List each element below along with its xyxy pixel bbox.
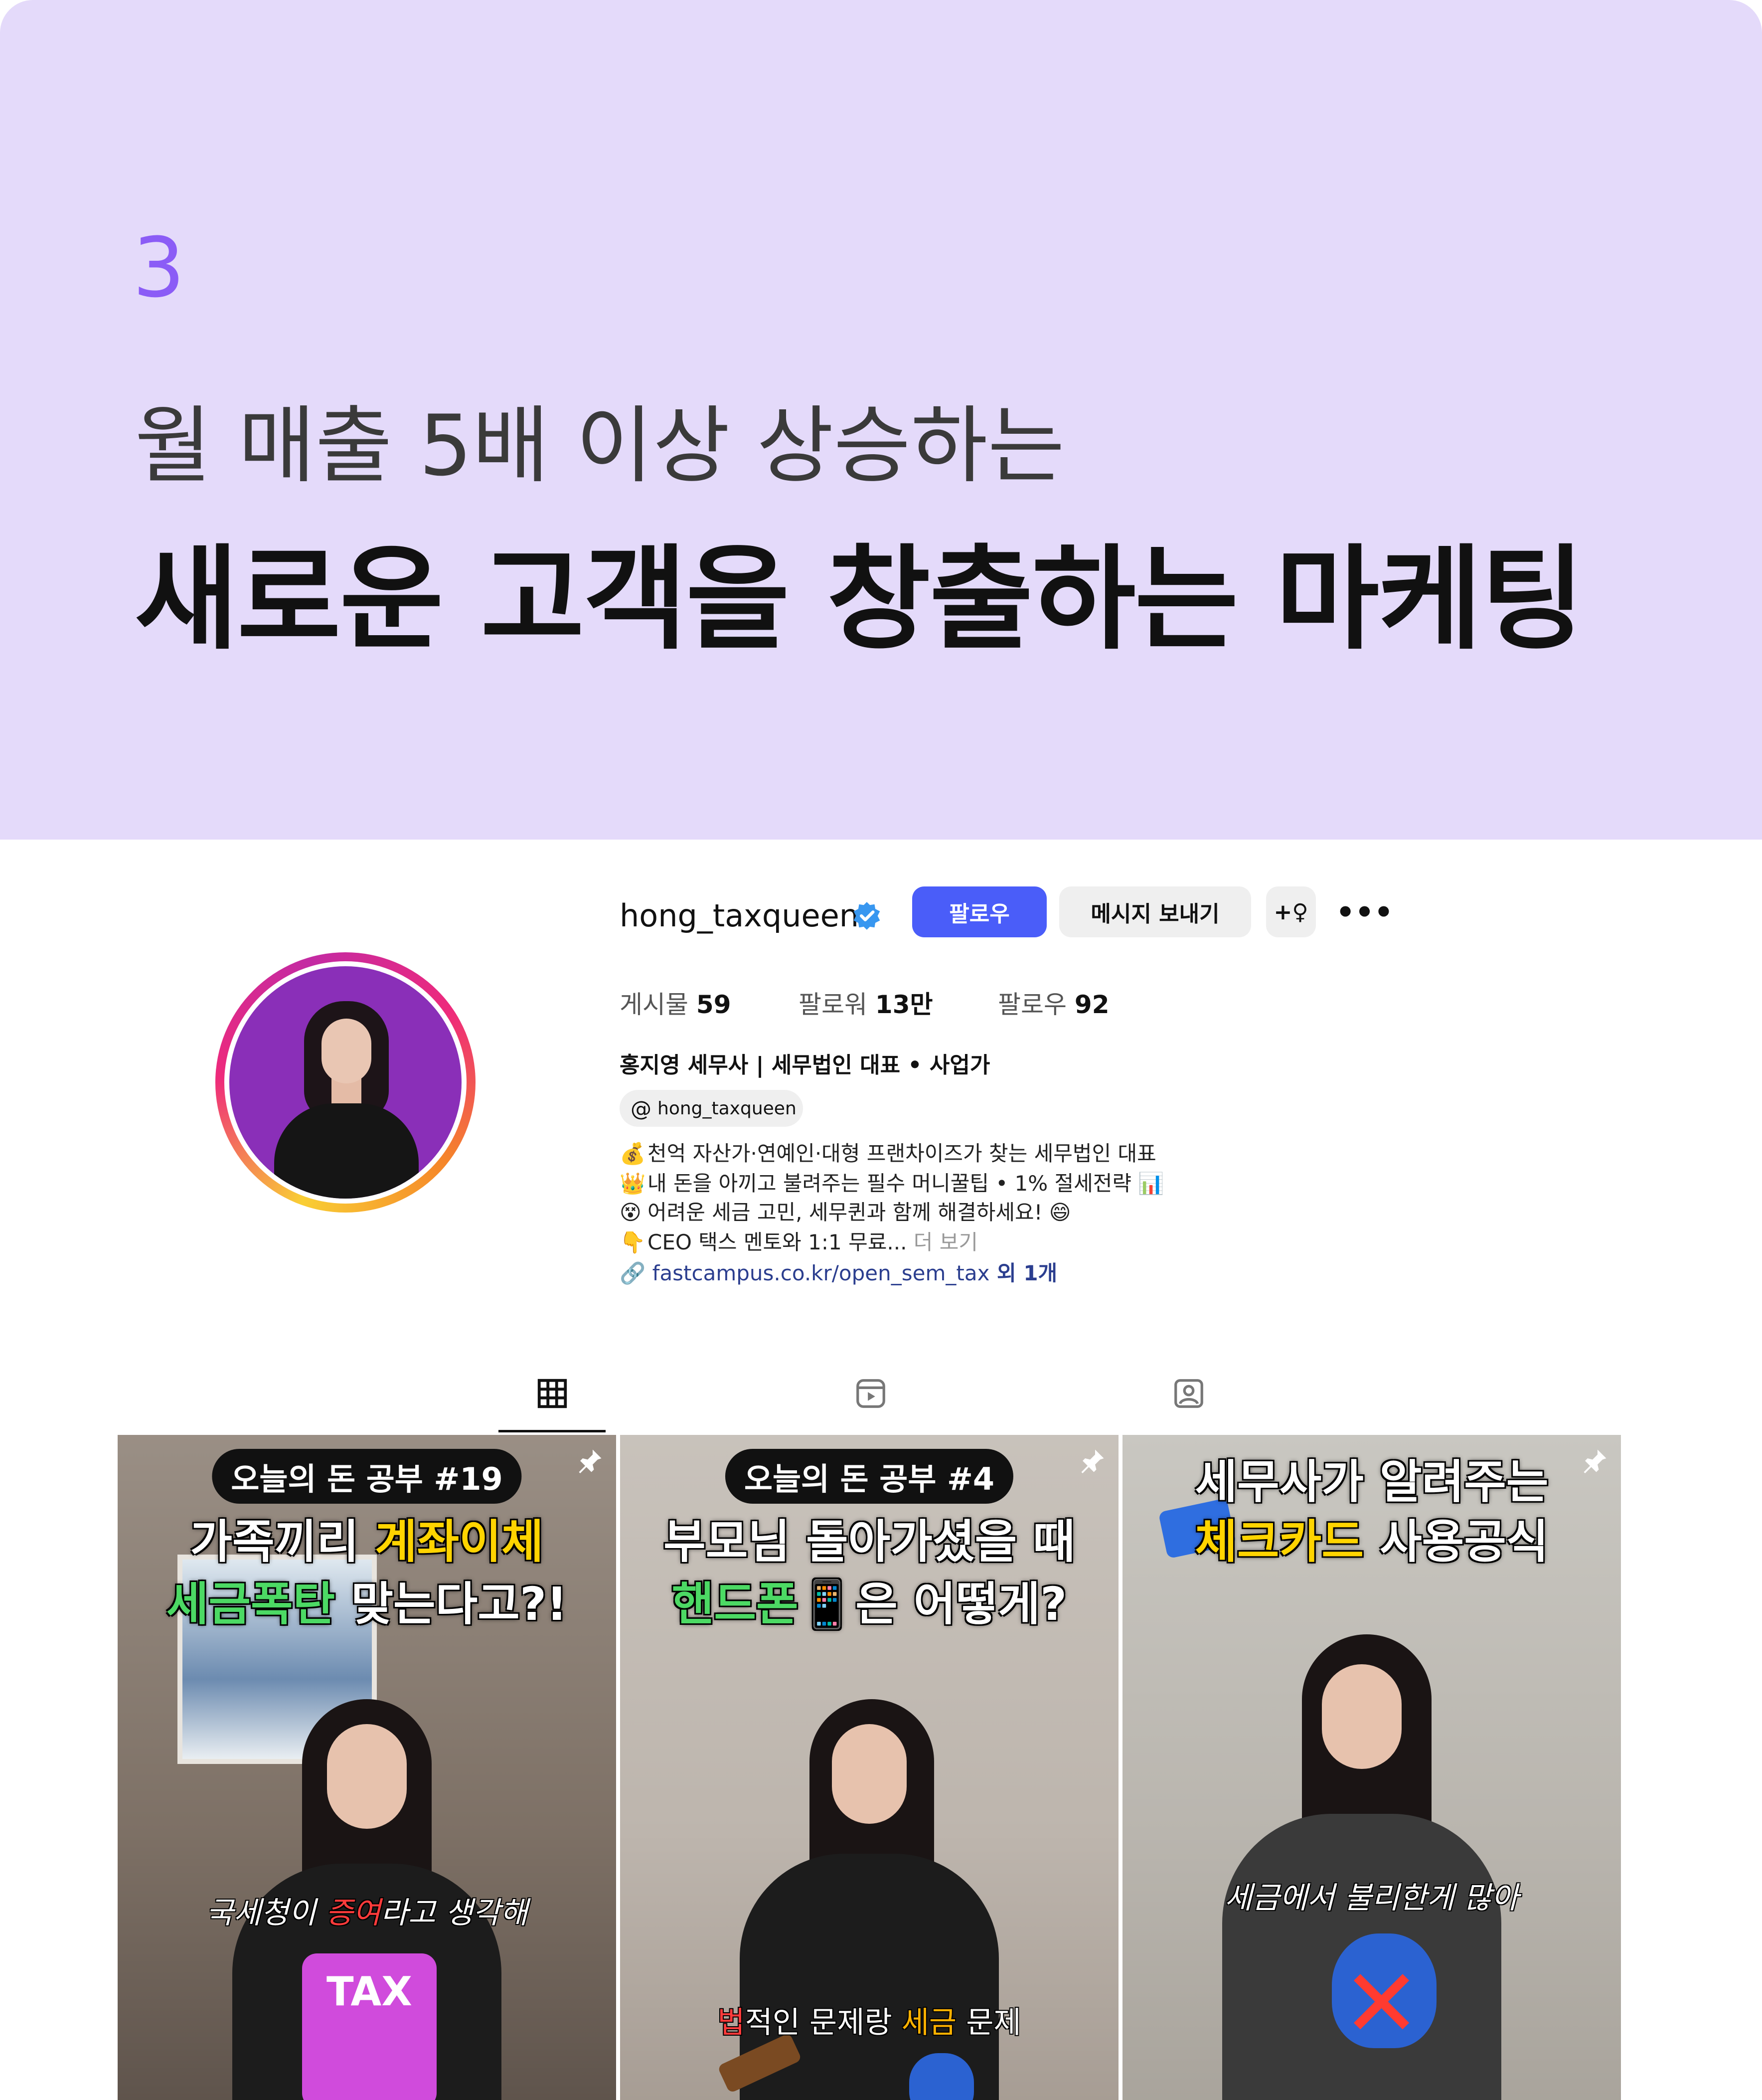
- tax-sticker-text: TAX: [326, 1968, 412, 2015]
- bio-line: 💰천억 자산가·연예인·대형 프랜차이즈가 찾는 세무법인 대표: [620, 1137, 1156, 1167]
- message-button[interactable]: 메시지 보내기: [1059, 886, 1251, 937]
- stat-following-label: 팔로우: [998, 990, 1067, 1019]
- headline-highlight: 체크카드: [1195, 1515, 1364, 1569]
- profile-full-name: 홍지영 세무사 | 세무법인 대표 • 사업가: [620, 1052, 990, 1078]
- bio-line: 👇CEO 택스 멘토와 1:1 무료... 더 보기: [620, 1225, 978, 1256]
- stat-followers[interactable]: 팔로워 13만: [799, 985, 933, 1021]
- active-tab-indicator: [498, 1430, 606, 1432]
- verified-badge-icon: [853, 902, 880, 930]
- post-headline: 핸드폰📱은 어떻게?: [620, 1567, 1119, 1633]
- money-bag-icon: 💰: [620, 1141, 646, 1166]
- x-mark-icon: ✕: [1342, 1948, 1422, 2059]
- caption-text: 적인 문제랑: [745, 2005, 902, 2040]
- post-headline: 가족끼리 계좌이체: [118, 1505, 616, 1571]
- more-options-icon[interactable]: •••: [1336, 897, 1393, 927]
- more-link[interactable]: 더 보기: [907, 1230, 978, 1254]
- bio-line: 😵 어려운 세금 고민, 세무퀸과 함께 해결하세요! 😄: [620, 1196, 1071, 1226]
- reels-icon[interactable]: [853, 1376, 888, 1411]
- post-headline: 세무사가 알려주는: [1195, 1455, 1549, 1509]
- caption-highlight: 법: [717, 2005, 745, 2040]
- bio-text: CEO 택스 멘토와 1:1 무료...: [647, 1230, 907, 1254]
- caption-highlight: 증여: [325, 1896, 381, 1930]
- avatar-photo: [229, 966, 462, 1199]
- caption-text: 라고 생각해: [380, 1896, 528, 1930]
- post-headline: 부모님 돌아가셨을 때: [663, 1515, 1075, 1569]
- link-icon: 🔗: [620, 1261, 652, 1285]
- post-thumbnail[interactable]: ✕ 세무사가 알려주는 체크카드 사용공식 세금에서 불리한게 많아: [1122, 1435, 1621, 2100]
- stat-posts: 게시물 59: [620, 985, 731, 1021]
- headline-text: 📱은 어떻게?: [798, 1577, 1067, 1631]
- stat-following-value: 92: [1074, 990, 1110, 1019]
- avatar-body: [274, 1103, 419, 1199]
- post-thumbnail[interactable]: TAX 오늘의 돈 공부 #19 가족끼리 계좌이체 세금폭탄 맞는다고?! 국…: [118, 1435, 616, 2100]
- headline-text: 가족끼리: [190, 1515, 375, 1569]
- tax-sticker: TAX: [302, 1953, 437, 2100]
- post-subtitle-caption: 국세청이 증여라고 생각해: [118, 1889, 616, 1932]
- add-user-button[interactable]: +♀: [1266, 886, 1316, 937]
- bio-line: 👑내 돈을 아끼고 불려주는 필수 머니꿀팁 • 1% 절세전략 📊: [620, 1167, 1164, 1197]
- headline-highlight: 계좌이체: [375, 1515, 544, 1569]
- headline-highlight: 핸드폰: [671, 1577, 799, 1631]
- dizzy-face-icon: 😵: [620, 1200, 641, 1225]
- follow-button[interactable]: 팔로우: [912, 886, 1047, 937]
- post-subtitle-caption: 법적인 문제랑 세금 문제: [620, 1998, 1119, 2042]
- stat-following[interactable]: 팔로우 92: [998, 985, 1110, 1021]
- stat-posts-label: 게시물: [620, 990, 688, 1019]
- threads-handle: hong_taxqueen: [657, 1098, 797, 1119]
- header-title: 새로운 고객을 창출하는 마케팅: [135, 534, 1585, 665]
- person-face: [1322, 1664, 1402, 1769]
- profile-link[interactable]: 🔗 fastcampus.co.kr/open_sem_tax 외 1개: [620, 1256, 1057, 1287]
- bio-text: 내 돈을 아끼고 불려주는 필수 머니꿀팁 • 1% 절세전략 📊: [647, 1171, 1164, 1196]
- bio-text: 천억 자산가·연예인·대형 프랜차이즈가 찾는 세무법인 대표: [647, 1141, 1156, 1166]
- header-card: 3 월 매출 5배 이상 상승하는 새로운 고객을 창출하는 마케팅: [0, 0, 1762, 840]
- avatar-face: [321, 1019, 371, 1083]
- headline-text: 사용공식: [1363, 1515, 1549, 1569]
- caption-text: 국세청이: [206, 1896, 326, 1930]
- tagged-icon[interactable]: [1171, 1376, 1206, 1411]
- pointing-down-icon: 👇: [620, 1230, 646, 1254]
- caption-highlight: 세금: [901, 2005, 957, 2040]
- threads-icon: @: [631, 1096, 651, 1121]
- grid-icon[interactable]: [535, 1376, 570, 1411]
- threads-link[interactable]: @ hong_taxqueen: [620, 1090, 803, 1127]
- money-bag-icon: [909, 2053, 974, 2100]
- person-face: [832, 1724, 907, 1824]
- caption-text: 문제: [957, 2005, 1021, 2040]
- headline-text: 맞는다고?!: [335, 1577, 568, 1631]
- add-user-icon: +♀: [1274, 899, 1308, 925]
- person-face: [327, 1724, 407, 1829]
- step-number: 3: [133, 220, 185, 316]
- post-subtitle-caption: 세금에서 불리한게 많아: [1224, 1881, 1519, 1916]
- profile-username: hong_taxqueen: [620, 897, 859, 934]
- headline-highlight: 세금폭탄: [166, 1577, 335, 1631]
- profile-link-extra: 외 1개: [989, 1261, 1058, 1285]
- post-series-pill: 오늘의 돈 공부 #4: [725, 1449, 1014, 1504]
- profile-link-url: fastcampus.co.kr/open_sem_tax: [652, 1261, 990, 1285]
- post-headline: 체크카드 사용공식: [1122, 1505, 1621, 1571]
- avatar[interactable]: [224, 961, 467, 1204]
- post-headline: 세금폭탄 맞는다고?!: [118, 1567, 616, 1633]
- stat-followers-value: 13만: [875, 990, 933, 1019]
- pin-icon: [1081, 1449, 1104, 1473]
- bio-text: 어려운 세금 고민, 세무퀸과 함께 해결하세요! 😄: [647, 1200, 1071, 1225]
- post-thumbnail[interactable]: 오늘의 돈 공부 #4 부모님 돌아가셨을 때 핸드폰📱은 어떻게? 법적인 문…: [620, 1435, 1119, 2100]
- stat-followers-label: 팔로워: [799, 990, 867, 1019]
- stat-posts-value: 59: [696, 990, 731, 1019]
- post-series-pill: 오늘의 돈 공부 #19: [212, 1449, 522, 1504]
- header-subtitle: 월 매출 5배 이상 상승하는: [135, 397, 1065, 495]
- crown-icon: 👑: [620, 1171, 646, 1196]
- pin-icon: [579, 1449, 602, 1473]
